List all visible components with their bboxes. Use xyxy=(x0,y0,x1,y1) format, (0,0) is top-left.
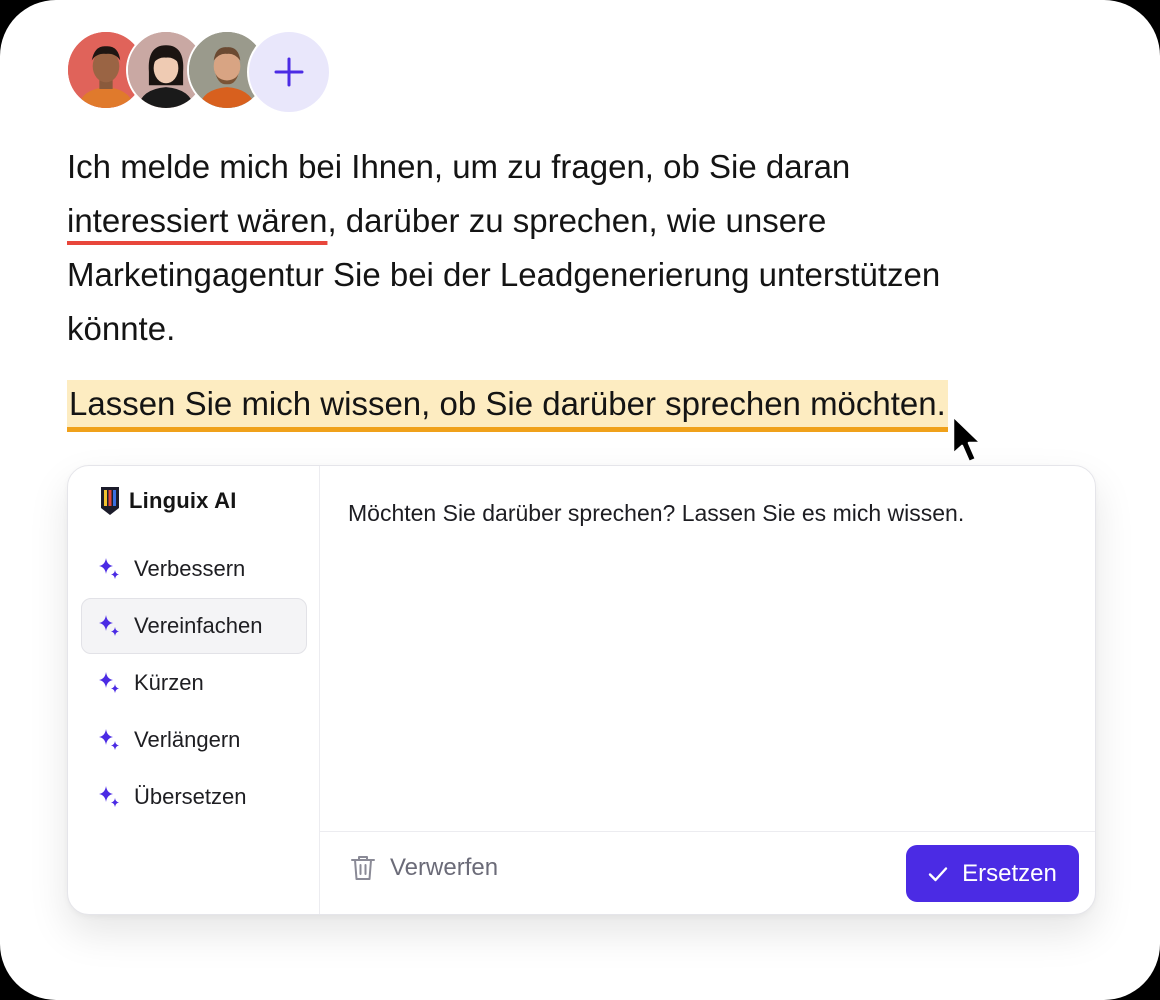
editor-card: Ich melde mich bei Ihnen, um zu fragen, … xyxy=(0,0,1160,1000)
plus-icon xyxy=(274,57,304,87)
action-menu: Verbessern Vereinfachen Kürzen Verlänger… xyxy=(81,541,307,826)
menu-item-label: Verbessern xyxy=(134,556,246,581)
replace-label: Ersetzen xyxy=(962,859,1057,887)
flagged-phrase[interactable]: interessiert wären xyxy=(67,202,327,239)
replace-button[interactable]: Ersetzen xyxy=(906,845,1079,902)
assistant-footer: Verwerfen Ersetzen xyxy=(320,831,1095,914)
trash-icon xyxy=(351,856,375,880)
checkmark-icon xyxy=(928,866,948,881)
menu-item-label: Kürzen xyxy=(134,670,204,695)
sparkle-icon xyxy=(99,729,119,750)
add-collaborator-button[interactable] xyxy=(247,30,331,114)
menu-item-verbessern[interactable]: Verbessern xyxy=(81,541,307,597)
menu-item-label: Übersetzen xyxy=(134,784,247,809)
collaborator-avatars xyxy=(66,30,346,114)
assistant-output: Möchten Sie darüber sprechen? Lassen Sie… xyxy=(320,466,1095,914)
linguix-logo-icon xyxy=(101,487,119,515)
sparkle-icon xyxy=(99,615,119,636)
mouse-pointer-icon xyxy=(951,414,983,464)
sparkle-icon xyxy=(99,786,119,807)
menu-item-label: Vereinfachen xyxy=(134,613,263,638)
menu-item-label: Verlängern xyxy=(134,727,241,752)
menu-item-kuerzen[interactable]: Kürzen xyxy=(81,655,307,711)
brand-name: Linguix AI xyxy=(129,488,237,513)
document-paragraph[interactable]: Ich melde mich bei Ihnen, um zu fragen, … xyxy=(67,140,987,356)
paragraph-text: Ich melde mich bei Ihnen, um zu fragen, … xyxy=(67,148,851,185)
assistant-sidebar: Linguix AI Verbessern Vereinfachen Kürze… xyxy=(68,466,320,914)
suggestion-text: Möchten Sie darüber sprechen? Lassen Sie… xyxy=(348,500,965,526)
menu-item-vereinfachen[interactable]: Vereinfachen xyxy=(81,598,307,654)
brand: Linguix AI xyxy=(100,486,237,516)
discard-button[interactable]: Verwerfen xyxy=(350,854,498,882)
discard-label: Verwerfen xyxy=(390,854,499,881)
menu-item-uebersetzen[interactable]: Übersetzen xyxy=(81,769,307,825)
selected-sentence[interactable]: Lassen Sie mich wissen, ob Sie darüber s… xyxy=(67,380,948,432)
menu-item-verlaengern[interactable]: Verlängern xyxy=(81,712,307,768)
sparkle-icon xyxy=(99,558,119,579)
ai-assistant-panel: Linguix AI Verbessern Vereinfachen Kürze… xyxy=(67,465,1096,915)
sparkle-icon xyxy=(99,672,119,693)
